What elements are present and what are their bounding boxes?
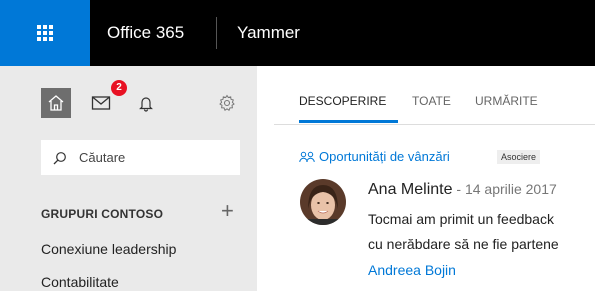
notifications-button[interactable] xyxy=(131,88,161,118)
tabs-divider xyxy=(274,124,595,125)
group-icon xyxy=(299,151,315,163)
topbar-separator xyxy=(216,17,217,49)
post-body-line: Tocmai am primit un feedback xyxy=(368,211,554,227)
author-avatar[interactable] xyxy=(300,179,346,225)
search-box[interactable] xyxy=(41,140,240,175)
avatar-photo xyxy=(300,179,346,225)
add-group-button[interactable]: + xyxy=(221,200,234,222)
home-button[interactable] xyxy=(41,88,71,118)
notification-badge: 2 xyxy=(111,80,127,96)
sidebar-item-group[interactable]: Contabilitate xyxy=(41,274,119,290)
settings-button[interactable] xyxy=(214,90,240,116)
sidebar: 2 GRUPURI CONTOSO + Conexiune leadership… xyxy=(0,66,257,291)
search-input[interactable] xyxy=(77,149,231,166)
tab-discover[interactable]: DESCOPERIRE xyxy=(299,94,386,108)
active-tab-indicator xyxy=(299,120,398,123)
post-group-name: Oportunități de vânzări xyxy=(319,149,450,164)
post-date: - 14 aprilie 2017 xyxy=(452,181,557,197)
sidebar-item-group[interactable]: Conexiune leadership xyxy=(41,241,176,257)
app-launcher-button[interactable] xyxy=(0,0,90,66)
post-group-link[interactable]: Oportunități de vânzări xyxy=(299,149,450,164)
bell-icon xyxy=(139,97,153,112)
top-bar: Office 365 Yammer xyxy=(0,0,595,66)
waffle-icon xyxy=(37,25,53,41)
mention-link[interactable]: Andreea Bojin xyxy=(368,262,456,278)
gear-icon xyxy=(219,94,235,111)
mail-icon xyxy=(91,96,111,110)
group-tag-badge: Asociere xyxy=(497,150,541,164)
search-icon xyxy=(53,151,66,164)
tab-following[interactable]: URMĂRITE xyxy=(475,94,538,108)
author-name[interactable]: Ana Melinte xyxy=(368,181,453,198)
office-365-link[interactable]: Office 365 xyxy=(107,0,184,66)
post-header: Ana Melinte - 14 aprilie 2017 xyxy=(368,181,557,199)
home-icon xyxy=(48,95,64,111)
post-body-line: cu nerăbdare să ne fie partene xyxy=(368,236,559,252)
yammer-app-title[interactable]: Yammer xyxy=(237,0,300,66)
tab-all[interactable]: TOATE xyxy=(412,94,451,108)
groups-header: GRUPURI CONTOSO xyxy=(41,207,164,221)
